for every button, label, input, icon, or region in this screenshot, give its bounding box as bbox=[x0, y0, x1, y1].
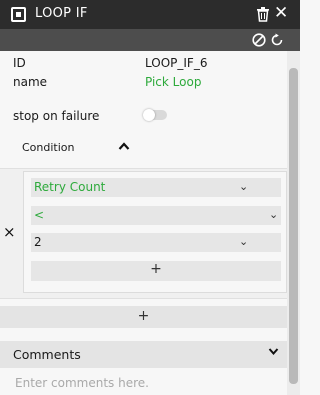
operator-value: < bbox=[34, 208, 45, 222]
name-value[interactable]: Pick Loop bbox=[145, 75, 201, 89]
right-operand-select[interactable]: 2 ⌄ bbox=[31, 233, 281, 252]
chevron-down-icon: ⌄ bbox=[239, 235, 249, 248]
node-icon bbox=[11, 7, 26, 22]
chevron-down-icon bbox=[268, 348, 279, 356]
add-operand-button[interactable]: + bbox=[31, 261, 281, 281]
comments-label: Comments bbox=[13, 347, 81, 362]
id-label: ID bbox=[13, 56, 26, 70]
left-operand-select[interactable]: Retry Count ⌄ bbox=[31, 178, 281, 197]
plus-icon: + bbox=[150, 261, 162, 277]
plus-icon: + bbox=[137, 308, 150, 324]
remove-condition-icon[interactable]: × bbox=[3, 223, 16, 241]
trash-icon[interactable] bbox=[256, 6, 270, 22]
close-icon[interactable]: ✕ bbox=[274, 5, 288, 22]
name-label: name bbox=[13, 75, 48, 89]
toggle-knob bbox=[143, 109, 155, 121]
id-value: LOOP_IF_6 bbox=[145, 56, 208, 70]
disable-icon[interactable] bbox=[252, 33, 266, 47]
condition-label: Condition bbox=[22, 141, 75, 154]
panel-title: LOOP IF bbox=[35, 6, 88, 21]
stop-on-failure-toggle[interactable] bbox=[143, 109, 167, 121]
panel-titlebar: LOOP IF ✕ bbox=[0, 0, 300, 29]
panel-toolbar bbox=[0, 29, 300, 51]
comments-input[interactable]: Enter comments here. bbox=[15, 376, 149, 390]
chevron-down-icon: ⌄ bbox=[269, 208, 279, 221]
scrollbar-thumb[interactable] bbox=[289, 68, 298, 384]
add-condition-button[interactable]: + bbox=[0, 306, 287, 328]
right-operand-value: 2 bbox=[34, 235, 42, 249]
collapse-chevron-icon[interactable] bbox=[118, 141, 130, 151]
chevron-down-icon: ⌄ bbox=[239, 180, 249, 193]
comments-header[interactable]: Comments bbox=[0, 341, 287, 368]
stop-on-failure-label: stop on failure bbox=[13, 109, 100, 123]
left-operand-value: Retry Count bbox=[34, 180, 106, 194]
operator-select[interactable]: < ⌄ bbox=[31, 206, 281, 225]
reset-icon[interactable] bbox=[270, 33, 284, 47]
